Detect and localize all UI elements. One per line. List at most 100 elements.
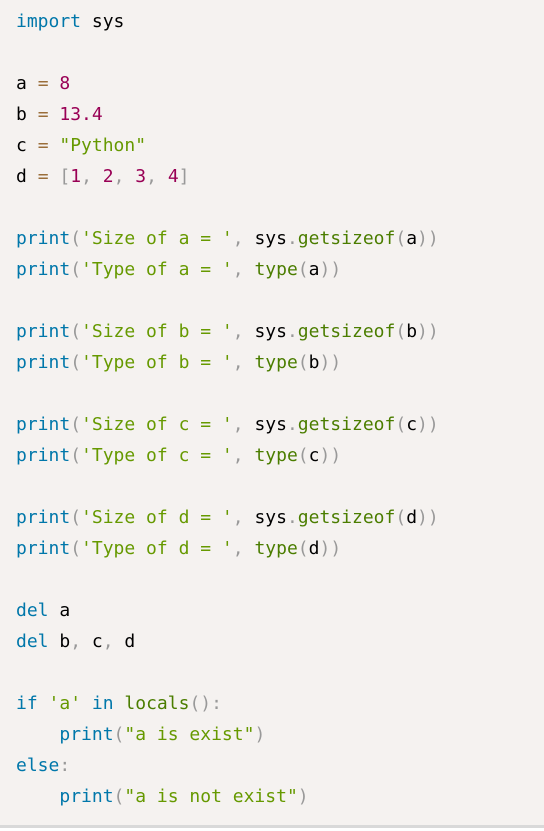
punctuation-token: , [232, 507, 255, 528]
punctuation-token: )) [319, 259, 342, 280]
punctuation-token: . [286, 414, 298, 435]
string-token: 'Type of c = ' [81, 445, 233, 466]
function-token: type [254, 538, 298, 559]
operator-token: = [37, 166, 49, 187]
punctuation-token: )) [417, 228, 439, 249]
keyword-token: del [16, 631, 49, 652]
function-token: getsizeof [297, 228, 396, 249]
code-line: print('Size of c = ', sys.getsizeof(c)) [16, 409, 439, 440]
identifier-token: sys [254, 321, 287, 342]
punctuation-token: ( [70, 352, 82, 373]
identifier-token [49, 135, 60, 156]
punctuation-token: ( [70, 538, 82, 559]
identifier-token: b [308, 352, 320, 373]
identifier-token: a [406, 228, 418, 249]
identifier-token: d [16, 166, 38, 187]
code-line: import sys [16, 6, 439, 37]
punctuation-token: . [286, 228, 298, 249]
code-listing[interactable]: import sys a = 8 b = 13.4 c = "Python" d = [… [16, 6, 439, 812]
punctuation-token: ( [395, 321, 407, 342]
punctuation-token: )) [417, 321, 439, 342]
punctuation-token: )) [417, 507, 439, 528]
code-line: print('Type of b = ', type(b)) [16, 347, 439, 378]
keyword-token: print [16, 414, 71, 435]
punctuation-token: , [232, 321, 255, 342]
punctuation-token: ( [395, 228, 407, 249]
code-line: a = 8 [16, 68, 439, 99]
identifier-token [16, 786, 59, 807]
string-token: 'Size of c = ' [81, 414, 233, 435]
punctuation-token: , [81, 166, 103, 187]
punctuation-token: . [286, 321, 298, 342]
keyword-token: if [16, 693, 38, 714]
string-token: 'a' [48, 693, 82, 714]
punctuation-token: ( [297, 352, 309, 373]
identifier-token [16, 724, 59, 745]
function-token: getsizeof [297, 321, 396, 342]
function-token: getsizeof [297, 507, 396, 528]
identifier-token [114, 693, 125, 714]
punctuation-token: ) [254, 724, 266, 745]
keyword-token: print [59, 724, 114, 745]
keyword-token: print [16, 259, 71, 280]
punctuation-token: , [232, 445, 255, 466]
identifier-token: c [81, 631, 103, 652]
punctuation-token: ) [297, 786, 309, 807]
punctuation-token: )) [319, 445, 342, 466]
string-token: 'Size of d = ' [81, 507, 233, 528]
code-line: else: [16, 750, 439, 781]
identifier-token: d [113, 631, 136, 652]
code-line: print('Size of b = ', sys.getsizeof(b)) [16, 316, 439, 347]
punctuation-token: : [59, 755, 71, 776]
identifier-token: b [48, 631, 71, 652]
keyword-token: print [59, 786, 114, 807]
code-line: c = "Python" [16, 130, 439, 161]
identifier-token: c [16, 135, 38, 156]
punctuation-token: ( [70, 321, 82, 342]
identifier-token: sys [254, 507, 287, 528]
number-token: 13.4 [59, 104, 103, 125]
identifier-token [49, 104, 60, 125]
identifier-token: b [406, 321, 418, 342]
code-line: print('Type of a = ', type(a)) [16, 254, 439, 285]
identifier-token: sys [254, 414, 287, 435]
identifier-token [49, 73, 60, 94]
function-token: locals [124, 693, 190, 714]
identifier-token: a [16, 73, 38, 94]
keyword-token: in [91, 693, 114, 714]
punctuation-token: ( [70, 507, 82, 528]
punctuation-token: , [146, 166, 168, 187]
keyword-token: print [16, 507, 71, 528]
code-block: import sys a = 8 b = 13.4 c = "Python" d = [… [0, 0, 544, 828]
string-token: "a is not exist" [124, 786, 298, 807]
identifier-token: d [308, 538, 320, 559]
code-line: print('Type of c = ', type(c)) [16, 440, 439, 471]
code-line: del a [16, 595, 439, 626]
punctuation-token: ( [297, 259, 309, 280]
string-token: 'Size of a = ' [81, 228, 233, 249]
keyword-token: print [16, 321, 71, 342]
punctuation-token: [ [59, 166, 71, 187]
identifier-token: c [308, 445, 320, 466]
operator-token: = [37, 104, 49, 125]
punctuation-token: ( [70, 228, 82, 249]
operator-token: = [37, 135, 49, 156]
punctuation-token: ( [297, 538, 309, 559]
punctuation-token: , [232, 259, 255, 280]
punctuation-token: ( [395, 414, 407, 435]
number-token: 3 [135, 166, 147, 187]
keyword-token: print [16, 445, 71, 466]
punctuation-token: , [232, 414, 255, 435]
function-token: type [254, 445, 298, 466]
function-token: getsizeof [297, 414, 396, 435]
identifier-token: a [48, 600, 71, 621]
punctuation-token: , [232, 352, 255, 373]
punctuation-token: ( [113, 724, 125, 745]
code-line: print('Size of a = ', sys.getsizeof(a)) [16, 223, 439, 254]
code-line: if 'a' in locals(): [16, 688, 439, 719]
